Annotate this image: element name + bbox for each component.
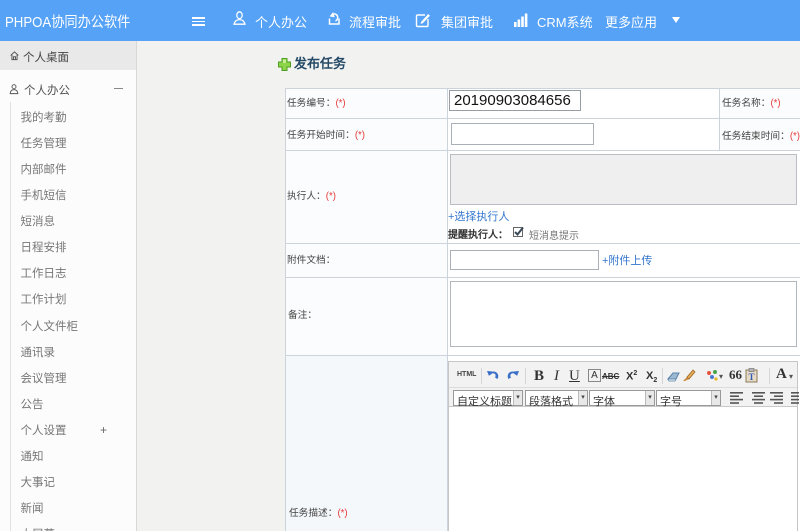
svg-text:T: T: [748, 372, 754, 382]
